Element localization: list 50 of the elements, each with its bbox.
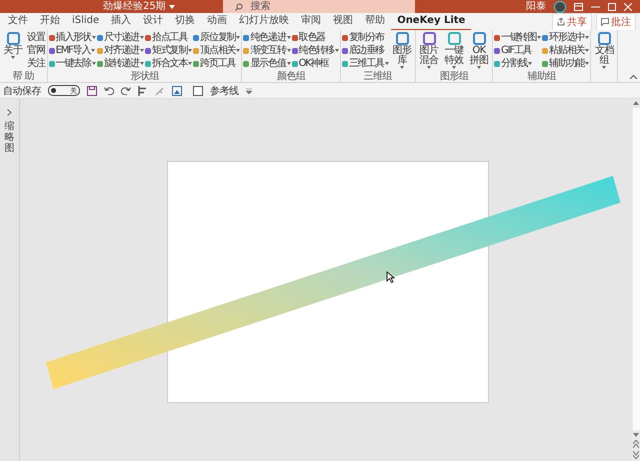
- ribbon-tab[interactable]: 幻灯片放映: [233, 12, 296, 30]
- ribbon-large-button[interactable]: 一键特效: [442, 31, 466, 70]
- search-field[interactable]: 搜索: [222, 0, 415, 13]
- comment-button[interactable]: 批注: [596, 12, 636, 30]
- ribbon-button[interactable]: 环形选中: [542, 31, 590, 44]
- guides-label: 参考线: [210, 84, 238, 98]
- ribbon-button[interactable]: 粘贴相关: [542, 44, 590, 57]
- ribbon-button[interactable]: EMF导入: [48, 44, 96, 57]
- ribbon-tab[interactable]: 设计: [137, 12, 170, 30]
- ribbon-button[interactable]: 跨页工具: [193, 57, 240, 70]
- ribbon-button[interactable]: 官网: [26, 44, 46, 57]
- ribbon-tab[interactable]: 插入: [105, 12, 138, 30]
- ribbon-button[interactable]: 复制分布: [342, 31, 390, 44]
- thumbnails-label: 缩略图: [4, 121, 14, 154]
- ribbon-button[interactable]: 分割线: [494, 57, 542, 70]
- ribbon-large-button[interactable]: 图形库: [390, 31, 414, 70]
- share-button[interactable]: 共享: [552, 12, 592, 30]
- ribbon-tab[interactable]: 动画: [201, 12, 234, 30]
- ribbon-button[interactable]: 拾点工具: [145, 31, 192, 44]
- ribbon-tab[interactable]: 帮助: [359, 12, 392, 30]
- ribbon-button[interactable]: OK神框: [292, 57, 339, 70]
- ribbon-button[interactable]: 取色器: [292, 31, 339, 44]
- ribbon-tab[interactable]: 文件: [2, 12, 34, 30]
- document-title: 劲爆经验25期: [103, 0, 166, 12]
- ribbon-large-button[interactable]: 图片混合: [417, 31, 442, 70]
- user-name: 阳泰: [526, 0, 546, 12]
- ribbon-tab[interactable]: 审阅: [295, 12, 328, 30]
- group-label: 帮 助: [12, 71, 34, 82]
- group-label: 形状组: [130, 71, 159, 82]
- ribbon-button[interactable]: GIF工具: [494, 44, 542, 57]
- ribbon-tab[interactable]: 视图: [327, 12, 360, 30]
- ribbon-button[interactable]: 顶点相关: [193, 44, 240, 57]
- autosave-label: 自动保存: [3, 84, 41, 98]
- ribbon-button[interactable]: 关注: [26, 57, 46, 70]
- ribbon-button[interactable]: 三维工具: [342, 57, 390, 70]
- group-label: 颜色组: [276, 71, 306, 82]
- ribbon-button[interactable]: 纯色转移: [292, 44, 339, 57]
- ribbon-tab[interactable]: 开始: [34, 12, 66, 30]
- ribbon-button[interactable]: 原位复制: [193, 31, 240, 44]
- group-label: 辅助组: [527, 71, 556, 82]
- group-label: 三维组: [364, 71, 392, 82]
- ribbon-button[interactable]: 底边垂移: [342, 44, 390, 57]
- ribbon-tab[interactable]: iSlide: [66, 12, 106, 30]
- ribbon-large-button[interactable]: 关于: [1, 31, 25, 70]
- group-label: 图形组: [440, 71, 468, 82]
- ribbon-large-button[interactable]: 文档组: [592, 31, 616, 70]
- ribbon-large-button[interactable]: OK拼图: [467, 31, 492, 70]
- ribbon-button[interactable]: 设置: [26, 31, 46, 44]
- ribbon-button[interactable]: 辅助功能: [542, 57, 590, 70]
- ribbon-tab[interactable]: 切换: [169, 12, 202, 30]
